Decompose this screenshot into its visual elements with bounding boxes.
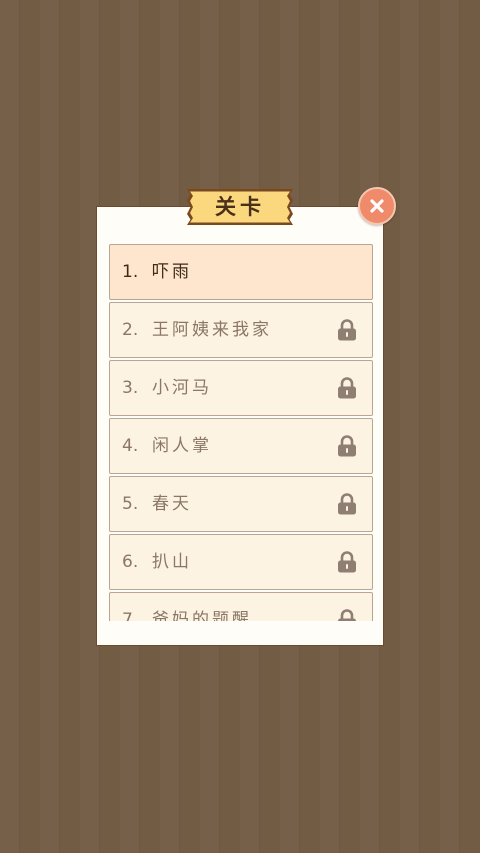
- level-name: 吓雨: [152, 262, 192, 282]
- lock-icon: [338, 377, 356, 399]
- lock-icon: [338, 493, 356, 515]
- level-row-3[interactable]: 3. 小河马: [109, 360, 373, 416]
- level-name: 爸妈的题醒: [152, 610, 252, 621]
- title-banner: 关卡: [186, 188, 294, 226]
- level-number: 1.: [122, 262, 139, 282]
- level-number: 7.: [122, 610, 139, 621]
- level-number: 5.: [122, 494, 139, 514]
- lock-icon: [338, 319, 356, 341]
- close-icon: [370, 199, 384, 213]
- level-row-6[interactable]: 6. 扒山: [109, 534, 373, 590]
- level-select-dialog: 1. 吓雨 2. 王阿姨来我家 3. 小河马 4. 闲人掌 5. 春天 6. 扒…: [96, 206, 384, 646]
- level-number: 3.: [122, 378, 139, 398]
- level-number: 6.: [122, 552, 139, 572]
- level-list[interactable]: 1. 吓雨 2. 王阿姨来我家 3. 小河马 4. 闲人掌 5. 春天 6. 扒…: [109, 244, 373, 621]
- level-row-4[interactable]: 4. 闲人掌: [109, 418, 373, 474]
- lock-icon: [338, 435, 356, 457]
- page-title: 关卡: [215, 195, 265, 219]
- level-row-7[interactable]: 7. 爸妈的题醒: [109, 592, 373, 621]
- lock-icon: [338, 609, 356, 621]
- level-number: 2.: [122, 320, 139, 340]
- level-name: 小河马: [152, 378, 212, 398]
- level-row-2[interactable]: 2. 王阿姨来我家: [109, 302, 373, 358]
- level-name: 王阿姨来我家: [152, 320, 272, 340]
- level-name: 春天: [152, 494, 192, 514]
- level-number: 4.: [122, 436, 139, 456]
- lock-icon: [338, 551, 356, 573]
- level-name: 扒山: [152, 552, 192, 572]
- level-row-1[interactable]: 1. 吓雨: [109, 244, 373, 300]
- close-button[interactable]: [358, 187, 396, 225]
- level-row-5[interactable]: 5. 春天: [109, 476, 373, 532]
- level-name: 闲人掌: [152, 436, 212, 456]
